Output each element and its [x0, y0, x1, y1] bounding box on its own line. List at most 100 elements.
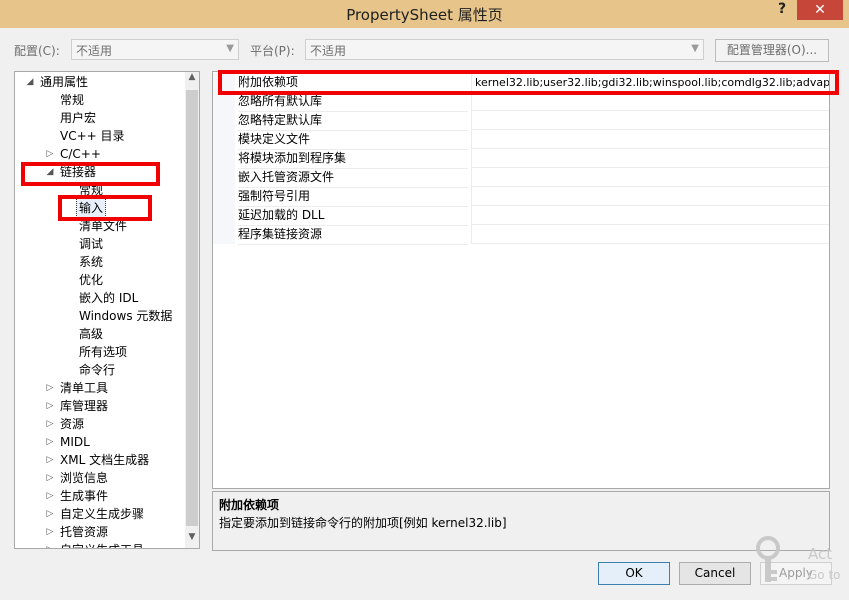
- platform-value: 不适用: [310, 44, 347, 58]
- property-value[interactable]: [471, 225, 829, 244]
- expand-icon[interactable]: ▷: [45, 451, 55, 469]
- tree-item-label: MIDL: [60, 435, 90, 449]
- tree-item-advanced[interactable]: 高级: [79, 325, 103, 343]
- configuration-manager-button[interactable]: 配置管理器(O)...: [715, 39, 829, 62]
- activation-watermark-line2: Go to: [808, 568, 841, 582]
- highlight-box-input: [58, 195, 152, 221]
- property-value[interactable]: [471, 206, 829, 225]
- row-gutter: [213, 168, 235, 187]
- expand-icon[interactable]: ▷: [45, 505, 55, 523]
- tree-item-label: 高级: [79, 327, 104, 341]
- property-value[interactable]: [471, 130, 829, 149]
- tree-item-label: 用户宏: [60, 111, 97, 125]
- tree-item-label: 清单工具: [60, 381, 109, 395]
- expand-icon[interactable]: ▷: [45, 523, 55, 541]
- tree-item-label: 通用属性: [40, 75, 89, 89]
- tree-item-label: 嵌入的 IDL: [79, 291, 139, 305]
- tree-item-label: 优化: [79, 273, 104, 287]
- tree-scrollbar[interactable]: ▲ ▼: [185, 72, 199, 548]
- activation-watermark-line1: Act: [808, 545, 833, 563]
- grid-row[interactable]: 模块定义文件: [213, 130, 829, 150]
- tree-item-label: 所有选项: [79, 345, 128, 359]
- tree-item-label: 系统: [79, 255, 104, 269]
- tree-item-label: 自定义生成步骤: [60, 507, 145, 521]
- property-name: 将模块添加到程序集: [238, 149, 468, 169]
- tree-item-label: Windows 元数据: [79, 309, 173, 323]
- tree-item-system[interactable]: 系统: [79, 253, 103, 271]
- tree-item-windows-metadata[interactable]: Windows 元数据: [79, 307, 172, 325]
- tree-item-optimization[interactable]: 优化: [79, 271, 103, 289]
- row-gutter: [213, 149, 235, 168]
- tree-item-command-line[interactable]: 命令行: [79, 361, 115, 379]
- title-bar: PropertySheet 属性页 ? ✕: [0, 0, 849, 28]
- tree-item-label: C/C++: [60, 147, 101, 161]
- property-name: 嵌入托管资源文件: [238, 168, 468, 188]
- tree-item-label: 自定义生成工具: [60, 541, 144, 548]
- scrollbar-thumb[interactable]: [186, 90, 198, 526]
- tree-item-label: XML 文档生成器: [60, 453, 150, 467]
- property-grid[interactable]: 附加依赖项 kernel32.lib;user32.lib;gdi32.lib;…: [212, 71, 830, 489]
- chevron-down-icon: ▼: [691, 43, 699, 54]
- platform-select[interactable]: 不适用 ▼: [305, 39, 704, 60]
- scroll-down-icon[interactable]: ▼: [185, 532, 199, 548]
- description-body: 指定要添加到链接命令行的附加项[例如 kernel32.lib]: [219, 516, 507, 530]
- tree-item-label: 常规: [60, 93, 85, 107]
- grid-row[interactable]: 强制符号引用: [213, 187, 829, 207]
- expand-icon[interactable]: ▷: [45, 469, 55, 487]
- tree-item-embedded-idl[interactable]: 嵌入的 IDL: [79, 289, 138, 307]
- config-select[interactable]: 不适用 ▼: [71, 39, 239, 60]
- tree-item-label: 调试: [79, 237, 104, 251]
- config-value: 不适用: [76, 44, 113, 58]
- grid-row[interactable]: 程序集链接资源: [213, 225, 829, 245]
- property-name: 延迟加载的 DLL: [238, 206, 468, 226]
- expand-icon[interactable]: ▷: [45, 541, 55, 548]
- property-name: 程序集链接资源: [238, 225, 468, 245]
- ok-button[interactable]: OK: [598, 562, 670, 585]
- tree-item-general[interactable]: 常规: [60, 91, 84, 109]
- tree-item-all-options[interactable]: 所有选项: [79, 343, 127, 361]
- tree-item-label: 托管资源: [60, 525, 109, 539]
- expand-icon[interactable]: ▷: [45, 433, 55, 451]
- row-gutter: [213, 111, 235, 130]
- row-gutter: [213, 206, 235, 225]
- highlight-box-linker: [21, 162, 160, 186]
- property-value[interactable]: [471, 168, 829, 187]
- property-name: 忽略所有默认库: [238, 92, 468, 112]
- help-button[interactable]: ?: [772, 1, 792, 21]
- expand-icon[interactable]: ▷: [45, 397, 55, 415]
- expand-icon[interactable]: ▷: [45, 415, 55, 433]
- property-name: 忽略特定默认库: [238, 111, 468, 131]
- expand-icon[interactable]: ▷: [45, 145, 55, 163]
- tree-item-label: 资源: [60, 417, 85, 431]
- tree-item-label: VC++ 目录: [60, 129, 125, 143]
- expand-icon[interactable]: ▷: [45, 379, 55, 397]
- row-gutter: [213, 187, 235, 206]
- scroll-up-icon[interactable]: ▲: [185, 72, 199, 88]
- tree-item-vc-directories[interactable]: VC++ 目录: [60, 127, 125, 145]
- row-gutter: [213, 225, 235, 244]
- grid-row[interactable]: 忽略特定默认库: [213, 111, 829, 131]
- tree-item-debugging[interactable]: 调试: [79, 235, 103, 253]
- chevron-down-icon: ▼: [226, 43, 234, 54]
- property-value[interactable]: [471, 111, 829, 130]
- tree-item-user-macros[interactable]: 用户宏: [60, 109, 96, 127]
- close-button[interactable]: ✕: [797, 0, 843, 20]
- key-icon: [754, 536, 782, 590]
- expand-icon[interactable]: ▷: [45, 487, 55, 505]
- grid-row[interactable]: 嵌入托管资源文件: [213, 168, 829, 188]
- platform-label: 平台(P):: [250, 44, 295, 58]
- cancel-button[interactable]: Cancel: [679, 562, 751, 585]
- tree-item-label: 生成事件: [60, 489, 109, 503]
- config-label: 配置(C):: [14, 44, 60, 58]
- description-title: 附加依赖项: [219, 498, 280, 512]
- grid-row[interactable]: 将模块添加到程序集: [213, 149, 829, 169]
- property-tree[interactable]: ◢ 通用属性 常规 用户宏 VC++ 目录 ▷ C/C++ ◢ 链接器 常规 输…: [14, 71, 200, 549]
- property-value[interactable]: [471, 187, 829, 206]
- grid-row[interactable]: 延迟加载的 DLL: [213, 206, 829, 226]
- expand-icon[interactable]: ◢: [25, 73, 35, 91]
- tree-item-label: 清单文件: [79, 219, 128, 233]
- tree-item-label: 库管理器: [60, 399, 109, 413]
- row-gutter: [213, 130, 235, 149]
- highlight-box-additional-dependencies: [218, 70, 839, 95]
- property-value[interactable]: [471, 149, 829, 168]
